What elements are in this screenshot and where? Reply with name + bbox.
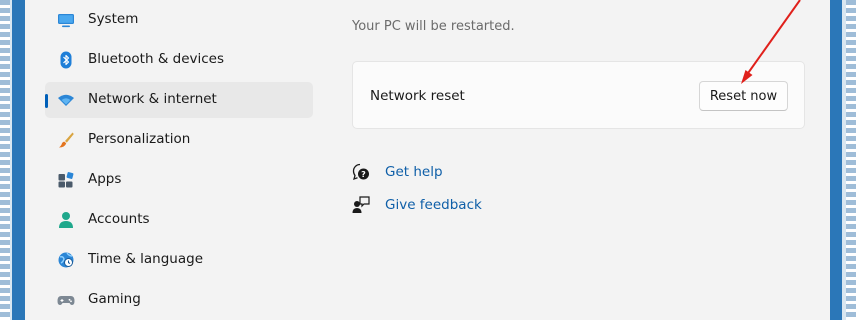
sidebar-nav: System Bluetooth & devices Network & int… (45, 0, 335, 320)
sidebar-item-label: Gaming (88, 291, 141, 307)
controller-icon (57, 291, 75, 309)
sidebar-item-apps[interactable]: Apps (45, 162, 313, 198)
monitor-icon (57, 11, 75, 29)
sidebar-item-personalization[interactable]: Personalization (45, 122, 313, 158)
reset-now-button[interactable]: Reset now (699, 81, 788, 111)
sidebar-item-label: Bluetooth & devices (88, 51, 225, 67)
restart-notice: Your PC will be restarted. (352, 19, 515, 34)
sidebar-item-bluetooth[interactable]: Bluetooth & devices (45, 42, 313, 78)
network-reset-card: Network reset Reset now (352, 61, 805, 129)
sidebar-item-label: Time & language (88, 251, 204, 267)
sidebar-item-label: Network & internet (88, 91, 217, 107)
feedback-icon (352, 196, 370, 214)
left-border-decoration (0, 0, 10, 320)
sidebar-item-label: Accounts (88, 211, 150, 227)
globe-clock-icon (57, 251, 75, 269)
wifi-icon (57, 91, 75, 109)
get-help-link[interactable]: Get help (385, 164, 443, 180)
sidebar-item-accounts[interactable]: Accounts (45, 202, 313, 238)
sidebar-item-network[interactable]: Network & internet (45, 82, 313, 118)
apps-icon (57, 171, 75, 189)
network-reset-label: Network reset (370, 88, 465, 104)
settings-window: System Bluetooth & devices Network & int… (25, 0, 830, 320)
sidebar-item-label: Personalization (88, 131, 191, 147)
person-icon (57, 211, 75, 229)
sidebar-item-time-language[interactable]: Time & language (45, 242, 313, 278)
svg-text:?: ? (361, 170, 366, 179)
brush-icon (57, 131, 75, 149)
sidebar-item-label: Apps (88, 171, 122, 187)
bluetooth-icon (57, 51, 75, 69)
help-icon: ? (352, 163, 370, 181)
sidebar-item-system[interactable]: System (45, 2, 313, 38)
sidebar-item-gaming[interactable]: Gaming (45, 282, 313, 318)
right-border-decoration (846, 0, 856, 320)
give-feedback-link[interactable]: Give feedback (385, 197, 482, 213)
selected-indicator (45, 94, 48, 108)
sidebar-item-label: System (88, 11, 139, 27)
